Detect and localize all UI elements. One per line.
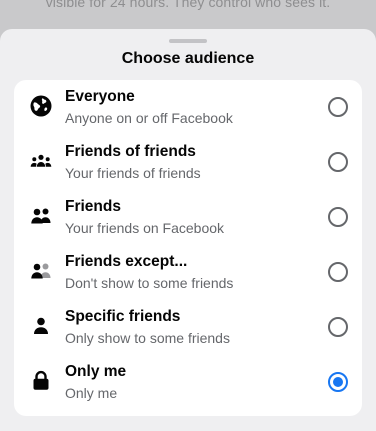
lock-icon	[29, 369, 53, 393]
option-subtitle: Don't show to some friends	[65, 275, 234, 291]
option-friends[interactable]: Friends Your friends on Facebook	[14, 190, 362, 245]
option-title: Friends except...	[65, 253, 188, 270]
audience-bottom-sheet: Choose audience Everyone Anyone on or of…	[0, 29, 376, 431]
option-title: Everyone	[65, 88, 135, 105]
option-friends-except[interactable]: Friends except... Don't show to some fri…	[14, 245, 362, 300]
friends-icon	[29, 204, 53, 228]
option-title: Friends	[65, 198, 121, 215]
background-caption: visible for 24 hours. They control who s…	[45, 0, 331, 10]
specific-friend-icon	[29, 314, 53, 338]
option-everyone[interactable]: Everyone Anyone on or off Facebook	[14, 80, 362, 135]
radio-friends-of-friends[interactable]	[328, 152, 348, 172]
option-subtitle: Your friends of friends	[65, 165, 201, 181]
sheet-drag-handle[interactable]	[169, 39, 207, 43]
radio-only-me[interactable]	[328, 372, 348, 392]
radio-friends-except[interactable]	[328, 262, 348, 282]
option-only-me[interactable]: Only me Only me	[14, 355, 362, 410]
option-subtitle: Your friends on Facebook	[65, 220, 225, 236]
radio-friends[interactable]	[328, 207, 348, 227]
option-title: Specific friends	[65, 308, 181, 325]
globe-icon	[29, 94, 53, 118]
option-specific-friends[interactable]: Specific friends Only show to some frien…	[14, 300, 362, 355]
radio-everyone[interactable]	[328, 97, 348, 117]
friends-except-icon	[29, 259, 53, 283]
radio-specific-friends[interactable]	[328, 317, 348, 337]
option-subtitle: Only me	[65, 385, 118, 401]
option-subtitle: Anyone on or off Facebook	[65, 110, 233, 126]
option-friends-of-friends[interactable]: Friends of friends Your friends of frien…	[14, 135, 362, 190]
option-title: Only me	[65, 363, 127, 380]
option-title: Friends of friends	[65, 143, 196, 160]
friends-of-friends-icon	[29, 149, 53, 173]
audience-options-list: Everyone Anyone on or off Facebook Frien…	[14, 80, 362, 416]
option-subtitle: Only show to some friends	[65, 330, 230, 346]
sheet-title: Choose audience	[121, 50, 255, 67]
